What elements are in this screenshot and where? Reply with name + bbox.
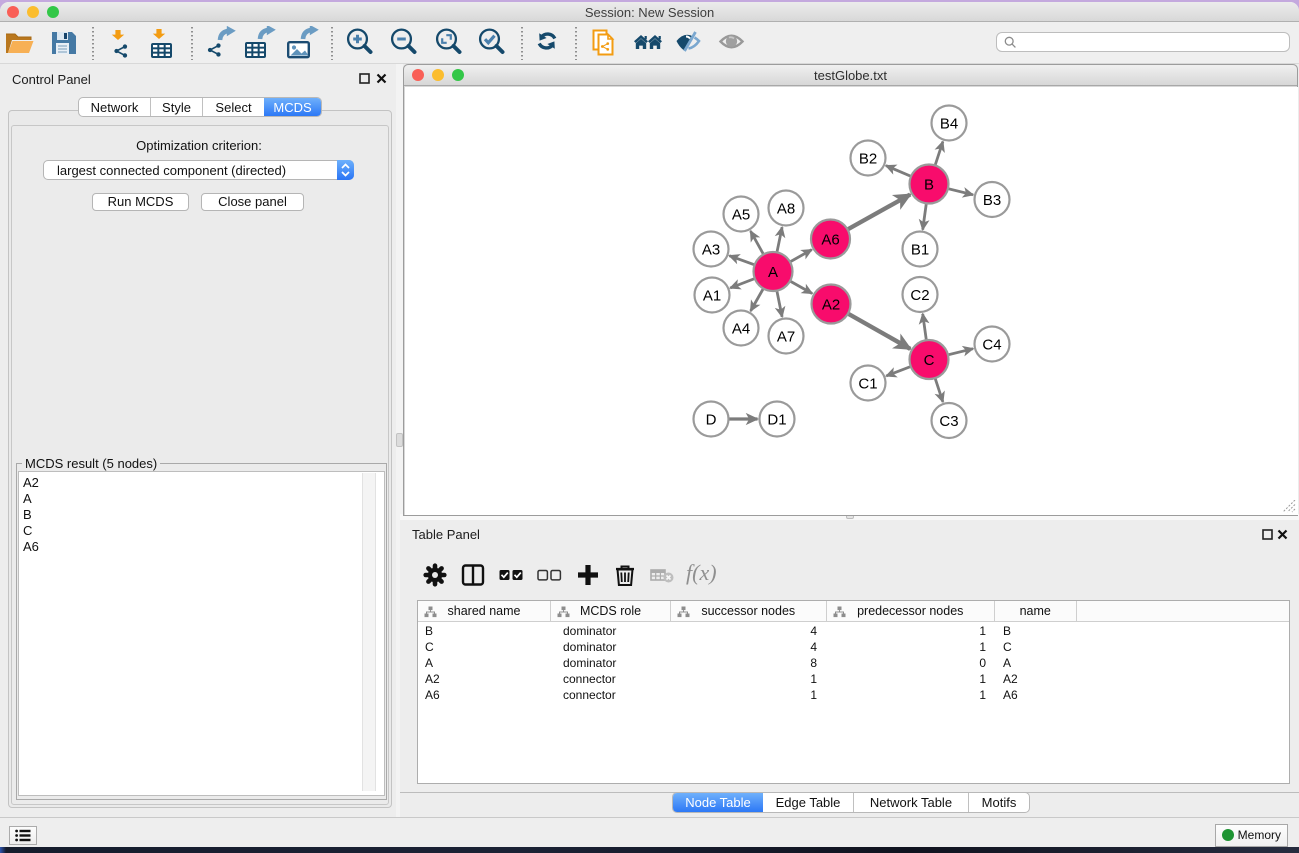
svg-text:A8: A8 <box>777 200 795 217</box>
svg-text:C1: C1 <box>858 375 877 392</box>
svg-text:A1: A1 <box>703 287 721 304</box>
svg-text:D1: D1 <box>767 411 786 428</box>
svg-text:B4: B4 <box>940 115 958 132</box>
svg-text:D: D <box>706 411 717 428</box>
svg-text:A3: A3 <box>702 241 720 258</box>
svg-text:C3: C3 <box>939 413 958 430</box>
svg-text:C4: C4 <box>982 336 1001 353</box>
svg-text:B3: B3 <box>983 192 1001 209</box>
svg-text:C: C <box>924 352 935 369</box>
svg-text:A5: A5 <box>732 206 750 223</box>
svg-text:A4: A4 <box>732 320 750 337</box>
svg-text:B: B <box>924 176 934 193</box>
svg-text:A: A <box>768 264 778 281</box>
svg-text:A7: A7 <box>777 328 795 345</box>
svg-text:B2: B2 <box>859 150 877 167</box>
svg-text:A6: A6 <box>821 231 839 248</box>
svg-text:A2: A2 <box>822 296 840 313</box>
svg-text:C2: C2 <box>910 287 929 304</box>
svg-text:B1: B1 <box>911 241 929 258</box>
